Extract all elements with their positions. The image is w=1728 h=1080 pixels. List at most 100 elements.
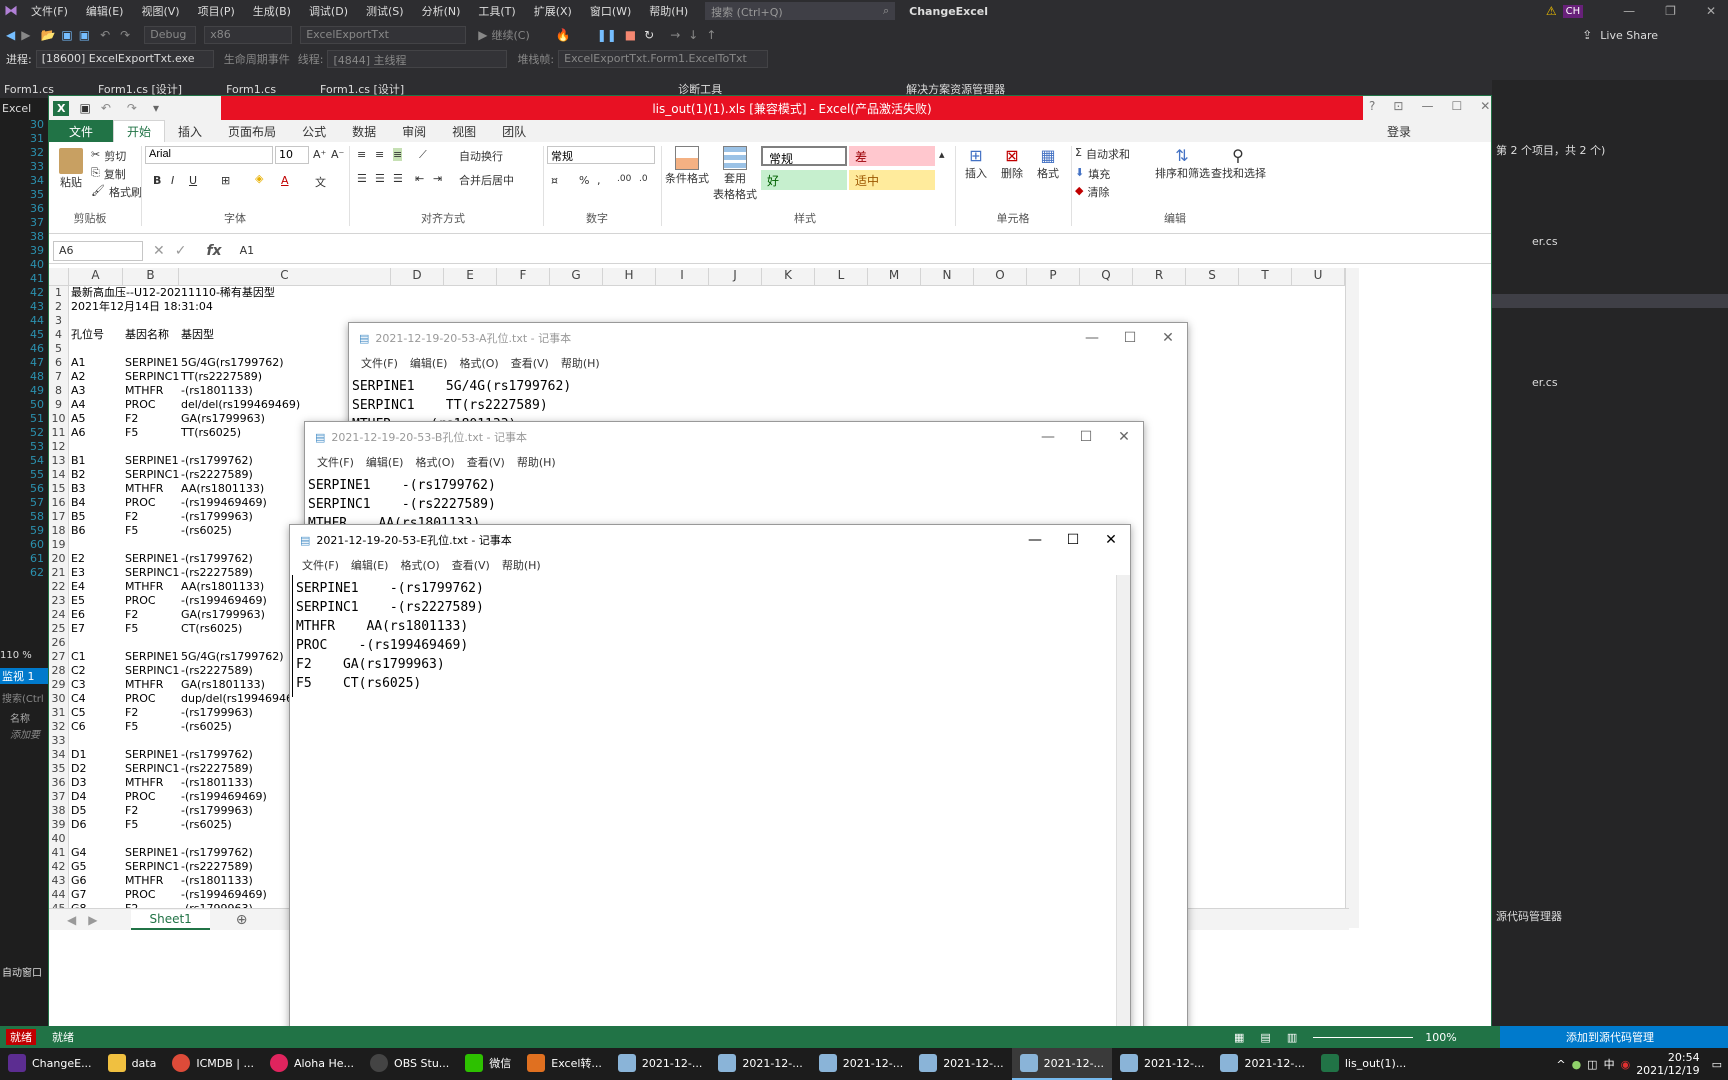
decrease-indent-icon[interactable]: ⇤ bbox=[415, 172, 424, 185]
cell-b[interactable]: MTHFR bbox=[123, 678, 179, 692]
solution-file-2[interactable]: er.cs bbox=[1532, 376, 1558, 389]
row-number[interactable]: 19 bbox=[49, 538, 69, 552]
align-center-icon[interactable]: ☰ bbox=[375, 172, 385, 185]
row-number[interactable]: 10 bbox=[49, 412, 69, 426]
cell-a[interactable] bbox=[69, 734, 123, 748]
stop-icon[interactable]: ■ bbox=[625, 28, 636, 42]
cell-b[interactable]: MTHFR bbox=[123, 482, 179, 496]
cell-b[interactable]: F5 bbox=[123, 426, 179, 440]
stackframe-dropdown[interactable]: ExcelExportTxt.Form1.ExcelToTxt bbox=[558, 50, 769, 68]
style-neutral[interactable]: 适中 bbox=[849, 170, 935, 190]
cell-a[interactable]: 孔位号 bbox=[69, 328, 123, 342]
comma-icon[interactable]: , bbox=[597, 174, 601, 187]
cell-a[interactable]: A5 bbox=[69, 412, 123, 426]
cell-a[interactable]: C6 bbox=[69, 720, 123, 734]
column-header[interactable]: T bbox=[1239, 268, 1292, 285]
undo-icon[interactable]: ↶ bbox=[100, 28, 110, 42]
tab-team[interactable]: 团队 bbox=[489, 123, 539, 140]
cell-a[interactable]: G5 bbox=[69, 860, 123, 874]
np-e-menu-file[interactable]: 文件(F) bbox=[296, 557, 345, 573]
excel-maximize-icon[interactable]: ☐ bbox=[1451, 99, 1462, 113]
cell-a[interactable]: C3 bbox=[69, 678, 123, 692]
startup-project-dropdown[interactable]: ExcelExportTxt bbox=[300, 26, 467, 44]
cell-a[interactable]: B3 bbox=[69, 482, 123, 496]
paste-button[interactable]: 粘贴 bbox=[57, 148, 85, 194]
row-number[interactable]: 3 bbox=[49, 314, 69, 328]
cell-b[interactable]: SERPINE1 bbox=[123, 454, 179, 468]
cell-a[interactable]: A4 bbox=[69, 398, 123, 412]
save-all-icon[interactable]: ▣ bbox=[79, 28, 90, 42]
cell-b[interactable] bbox=[123, 832, 179, 846]
cell-c[interactable]: AA(rs1801133) bbox=[179, 482, 319, 496]
cell-a[interactable]: E5 bbox=[69, 594, 123, 608]
font-size-select[interactable]: 10 bbox=[275, 146, 309, 164]
cell-c[interactable]: -(rs2227589) bbox=[179, 468, 319, 482]
cell-a[interactable]: 最新高血压--U12-20211110-稀有基因型 bbox=[69, 286, 275, 300]
column-header[interactable]: G bbox=[550, 268, 603, 285]
row-number[interactable]: 29 bbox=[49, 678, 69, 692]
ime-indicator[interactable]: 中 bbox=[1604, 1056, 1615, 1072]
taskbar-chrome[interactable]: ICMDB | ... bbox=[164, 1048, 262, 1080]
cell-a[interactable]: A6 bbox=[69, 426, 123, 440]
save-icon[interactable]: ▣ bbox=[61, 28, 72, 42]
row-number[interactable]: 32 bbox=[49, 720, 69, 734]
np-a-menu-format[interactable]: 格式(O) bbox=[453, 355, 504, 371]
row-number[interactable]: 16 bbox=[49, 496, 69, 510]
row-number[interactable]: 31 bbox=[49, 706, 69, 720]
step-out-icon[interactable]: ↑ bbox=[706, 28, 716, 42]
restart-icon[interactable]: ↻ bbox=[644, 28, 654, 42]
row-number[interactable]: 38 bbox=[49, 804, 69, 818]
conditional-format-button[interactable]: 条件格式 bbox=[665, 146, 709, 186]
row-number[interactable]: 35 bbox=[49, 762, 69, 776]
style-good[interactable]: 好 bbox=[761, 170, 847, 190]
row-number[interactable]: 5 bbox=[49, 342, 69, 356]
auto-window-tab[interactable]: 自动窗口 bbox=[2, 964, 42, 979]
taskbar-notepad[interactable]: 2021-12-... bbox=[1212, 1048, 1312, 1080]
restore-icon[interactable]: ❐ bbox=[1665, 4, 1676, 18]
copy-button[interactable]: ⎘ 复制 bbox=[91, 166, 126, 182]
cell-a[interactable]: A3 bbox=[69, 384, 123, 398]
row-number[interactable]: 6 bbox=[49, 356, 69, 370]
cell-b[interactable] bbox=[123, 342, 179, 356]
column-header[interactable]: B bbox=[123, 268, 179, 285]
cell-a[interactable]: E2 bbox=[69, 552, 123, 566]
cell-a[interactable] bbox=[69, 538, 123, 552]
fill-color-icon[interactable]: ◈ bbox=[255, 172, 263, 185]
notifications-icon[interactable]: ▭ bbox=[1712, 1058, 1722, 1071]
row-number[interactable]: 8 bbox=[49, 384, 69, 398]
tab-view[interactable]: 视图 bbox=[439, 123, 489, 140]
cell-c[interactable]: GA(rs1799963) bbox=[179, 412, 319, 426]
np-e-menu-edit[interactable]: 编辑(E) bbox=[345, 557, 395, 573]
sheet-next-icon[interactable]: ▶ bbox=[88, 913, 97, 927]
font-name-select[interactable]: Arial bbox=[145, 146, 273, 164]
notepad-b-close-icon[interactable]: ✕ bbox=[1105, 429, 1143, 445]
step-into-icon[interactable]: ↓ bbox=[688, 28, 698, 42]
column-header[interactable]: A bbox=[69, 268, 123, 285]
np-b-menu-file[interactable]: 文件(F) bbox=[311, 454, 360, 470]
name-box[interactable]: A6 bbox=[53, 240, 143, 261]
cell-a[interactable] bbox=[69, 832, 123, 846]
tab-form1-cs-2[interactable]: Form1.cs bbox=[222, 83, 316, 96]
np-a-menu-edit[interactable]: 编辑(E) bbox=[404, 355, 454, 371]
cell-a[interactable]: E3 bbox=[69, 566, 123, 580]
notepad-b-maximize-icon[interactable]: ☐ bbox=[1067, 429, 1105, 445]
menu-analyze[interactable]: 分析(N) bbox=[413, 3, 470, 19]
fill-button[interactable]: ⬇ 填充 bbox=[1075, 166, 1110, 182]
cell-b[interactable]: F2 bbox=[123, 510, 179, 524]
cell-a[interactable]: E6 bbox=[69, 608, 123, 622]
np-e-menu-format[interactable]: 格式(O) bbox=[394, 557, 445, 573]
menu-project[interactable]: 项目(P) bbox=[189, 3, 244, 19]
menu-edit[interactable]: 编辑(E) bbox=[77, 3, 133, 19]
column-header[interactable]: N bbox=[921, 268, 974, 285]
find-select-button[interactable]: ⚲ 查找和选择 bbox=[1211, 146, 1266, 181]
menu-file[interactable]: 文件(F) bbox=[22, 3, 77, 19]
watch-search[interactable]: 搜索(Ctrl bbox=[2, 690, 44, 705]
cell-a[interactable]: D6 bbox=[69, 818, 123, 832]
row-number[interactable]: 40 bbox=[49, 832, 69, 846]
column-header[interactable]: P bbox=[1027, 268, 1080, 285]
cell-b[interactable]: MTHFR bbox=[123, 776, 179, 790]
cell-c[interactable]: del/del(rs199469469) bbox=[179, 398, 319, 412]
row-number[interactable]: 14 bbox=[49, 468, 69, 482]
cell-b[interactable]: F2 bbox=[123, 706, 179, 720]
tab-data[interactable]: 数据 bbox=[339, 123, 389, 140]
